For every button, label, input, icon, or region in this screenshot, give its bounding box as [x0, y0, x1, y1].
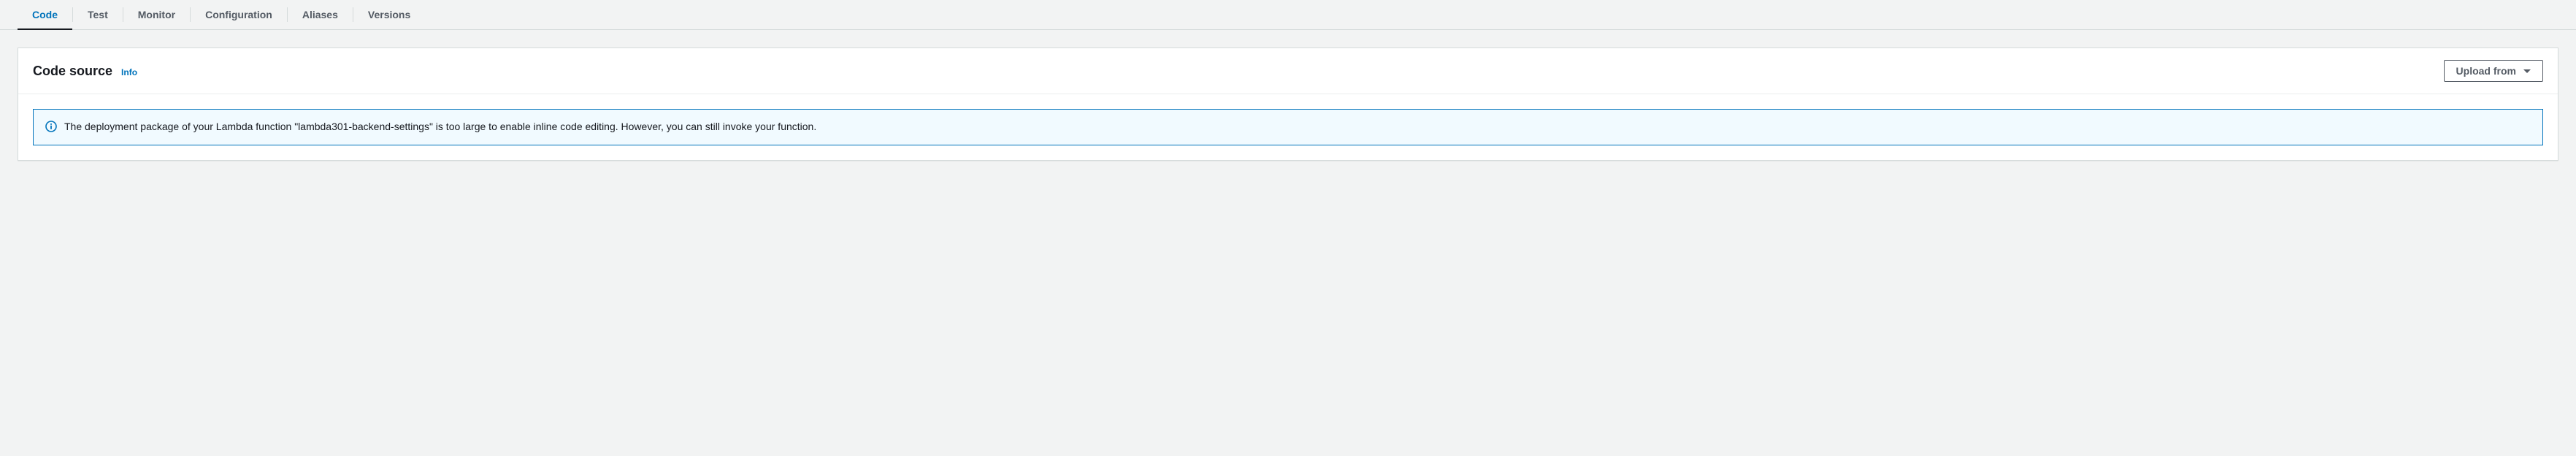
- tab-aliases[interactable]: Aliases: [288, 0, 353, 29]
- info-alert: The deployment package of your Lambda fu…: [33, 109, 2543, 145]
- panel-body: The deployment package of your Lambda fu…: [18, 94, 2558, 160]
- caret-down-icon: [2523, 69, 2531, 73]
- tab-code[interactable]: Code: [18, 0, 72, 29]
- alert-message: The deployment package of your Lambda fu…: [64, 120, 816, 134]
- info-icon: [45, 121, 57, 132]
- code-source-panel: Code source Info Upload from The deploym…: [18, 48, 2558, 161]
- upload-button-label: Upload from: [2456, 65, 2516, 77]
- panel-title: Code source: [33, 64, 112, 79]
- tab-configuration[interactable]: Configuration: [191, 0, 287, 29]
- tab-versions[interactable]: Versions: [353, 0, 425, 29]
- tabs-bar: Code Test Monitor Configuration Aliases …: [0, 0, 2576, 30]
- info-link[interactable]: Info: [121, 67, 137, 77]
- tab-test[interactable]: Test: [73, 0, 123, 29]
- panel-header: Code source Info Upload from: [18, 48, 2558, 94]
- tab-monitor[interactable]: Monitor: [123, 0, 190, 29]
- upload-from-button[interactable]: Upload from: [2444, 60, 2543, 82]
- panel-title-wrap: Code source Info: [33, 64, 137, 79]
